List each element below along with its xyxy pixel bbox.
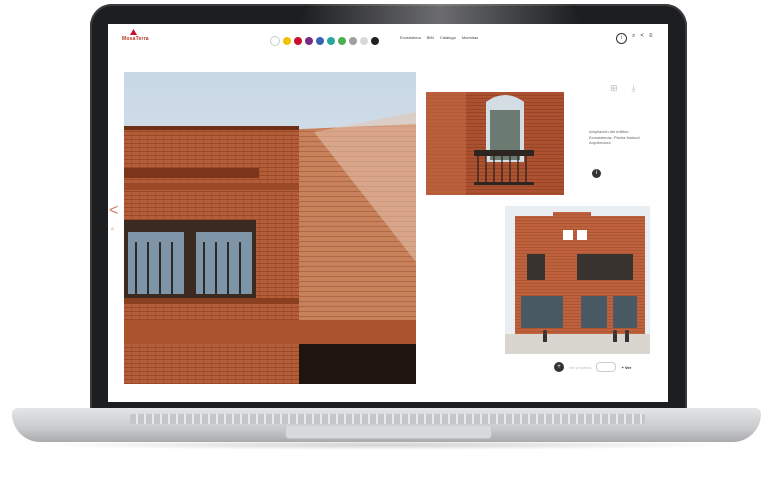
detail-photo-top[interactable]: [426, 92, 564, 195]
brand-logo[interactable]: MosaTerra: [122, 36, 149, 42]
nav-link-muestras[interactable]: Muestras: [462, 35, 478, 40]
prev-arrow-icon[interactable]: <: [109, 202, 118, 220]
brand-logo-icon: [130, 29, 137, 35]
grid-view-icon[interactable]: ⊞: [610, 83, 618, 94]
view-project-label[interactable]: Ver proyecto: [569, 365, 591, 370]
view-icons: ⊞ ⤓: [610, 83, 636, 94]
color-swatches: [270, 36, 379, 46]
color-swatch[interactable]: [360, 37, 368, 45]
trackpad: [285, 426, 492, 439]
color-swatch[interactable]: [283, 37, 291, 45]
add-icon[interactable]: +: [554, 362, 564, 372]
lid-gloss: [300, 4, 580, 24]
toggle-pill[interactable]: [596, 362, 617, 372]
info-circle-icon[interactable]: i: [616, 33, 627, 44]
photo-caption: Ampliación del edificio Ecosistemas. Pie…: [589, 129, 641, 145]
color-swatch[interactable]: [294, 37, 302, 45]
view-action-link[interactable]: + Ver: [621, 365, 631, 370]
toolbar: i ⌕ < ≡: [616, 33, 652, 44]
prev-arrow-sub: A: [111, 226, 114, 231]
facade-illustration: [124, 72, 416, 384]
keyboard: [130, 414, 645, 424]
color-swatch[interactable]: [305, 37, 313, 45]
bottom-actions: + Ver proyecto + Ver: [554, 362, 631, 372]
building-photo-bottom[interactable]: [505, 206, 650, 354]
search-icon[interactable]: ⌕: [632, 33, 635, 44]
color-swatch[interactable]: [338, 37, 346, 45]
nav-link-bim[interactable]: BIM: [427, 35, 434, 40]
color-swatch[interactable]: [371, 37, 379, 45]
building-illustration: [505, 206, 650, 354]
window-detail-illustration: [426, 92, 564, 195]
menu-icon[interactable]: ≡: [649, 33, 653, 44]
color-swatch[interactable]: [349, 37, 357, 45]
color-swatch[interactable]: [316, 37, 324, 45]
download-icon[interactable]: ⤓: [632, 83, 636, 94]
top-nav: Ecosistema BIM Catálogo Muestras: [400, 35, 478, 40]
main-facade-photo[interactable]: [124, 72, 416, 384]
color-swatch[interactable]: [327, 37, 335, 45]
nav-link-catalogo[interactable]: Catálogo: [440, 35, 456, 40]
share-icon[interactable]: <: [640, 33, 644, 44]
info-icon[interactable]: i: [592, 169, 601, 178]
nav-link-ecosistema[interactable]: Ecosistema: [400, 35, 421, 40]
laptop-screen: MosaTerra Ecosistema BIM Catálogo Muestr…: [108, 24, 668, 402]
color-swatch[interactable]: [270, 36, 280, 46]
